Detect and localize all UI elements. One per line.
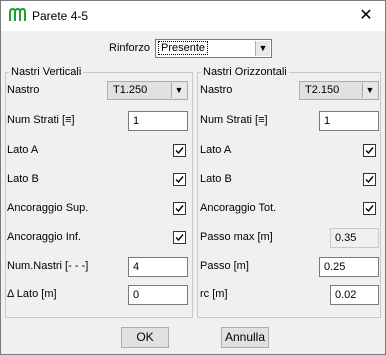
- lato-b-checkbox-right[interactable]: [363, 173, 376, 186]
- passo-label: Passo [m]: [200, 260, 249, 272]
- rc-label: rc [m]: [200, 288, 228, 300]
- group-title-verticali: Nastri Verticali: [9, 66, 84, 78]
- lato-a-label-left: Lato A: [7, 144, 39, 156]
- anc-sup-label: Ancoraggio Sup.: [7, 202, 89, 214]
- delta-lato-input[interactable]: [128, 285, 188, 305]
- group-nastri-orizzontali: [197, 72, 381, 318]
- checkmark-icon: [175, 205, 184, 213]
- anc-tot-checkbox[interactable]: [363, 202, 376, 215]
- rinforzo-label: Rinforzo: [109, 42, 150, 54]
- checkmark-icon: [365, 147, 374, 155]
- anc-inf-label: Ancoraggio Inf.: [7, 231, 81, 243]
- num-strati-label-left: Num Strati [≡]: [7, 114, 75, 126]
- passo-max-field: [330, 228, 379, 248]
- title-bar[interactable]: Parete 4-5 ✕: [1, 1, 385, 31]
- checkmark-icon: [175, 234, 184, 242]
- passo-max-label: Passo max [m]: [200, 231, 273, 243]
- num-strati-input-left[interactable]: [128, 111, 188, 131]
- cancel-button[interactable]: Annulla: [221, 327, 269, 348]
- chevron-down-icon[interactable]: ▼: [255, 41, 270, 56]
- checkmark-icon: [175, 176, 184, 184]
- chevron-down-icon[interactable]: ▼: [171, 83, 186, 98]
- nastro-select-left[interactable]: T1.250 ▼: [107, 81, 188, 100]
- lato-a-checkbox-left[interactable]: [173, 144, 186, 157]
- rc-input[interactable]: [330, 285, 379, 305]
- num-nastri-input[interactable]: [128, 257, 188, 277]
- group-nastri-verticali: [5, 72, 193, 318]
- nastro-value-left: T1.250: [113, 84, 148, 96]
- anc-inf-checkbox[interactable]: [173, 231, 186, 244]
- app-logo-icon: [9, 8, 26, 21]
- num-nastri-label: Num.Nastri [- - -]: [7, 260, 89, 272]
- checkmark-icon: [175, 147, 184, 155]
- nastro-select-right[interactable]: T2.150 ▼: [299, 81, 379, 100]
- anc-tot-label: Ancoraggio Tot.: [200, 202, 277, 214]
- lato-a-label-right: Lato A: [200, 144, 232, 156]
- lato-b-label-right: Lato B: [200, 173, 232, 185]
- passo-input[interactable]: [319, 257, 379, 277]
- dialog-window: Parete 4-5 ✕ Rinforzo Presente ▼ Nastri …: [0, 0, 386, 355]
- group-title-orizzontali: Nastri Orizzontali: [201, 66, 289, 78]
- rinforzo-select[interactable]: Presente ▼: [155, 39, 272, 58]
- num-strati-input-right[interactable]: [319, 111, 379, 131]
- lato-b-checkbox-left[interactable]: [173, 173, 186, 186]
- num-strati-label-right: Num Strati [≡]: [200, 114, 268, 126]
- window-title: Parete 4-5: [32, 9, 89, 23]
- ok-button[interactable]: OK: [121, 327, 169, 348]
- checkmark-icon: [365, 205, 374, 213]
- checkmark-icon: [365, 176, 374, 184]
- rinforzo-value: Presente: [157, 41, 209, 55]
- lato-b-label-left: Lato B: [7, 173, 39, 185]
- lato-a-checkbox-right[interactable]: [363, 144, 376, 157]
- chevron-down-icon[interactable]: ▼: [362, 83, 377, 98]
- anc-sup-checkbox[interactable]: [173, 202, 186, 215]
- delta-lato-label: Δ Lato [m]: [7, 288, 57, 300]
- nastro-label-left: Nastro: [7, 84, 40, 96]
- nastro-value-right: T2.150: [305, 84, 340, 96]
- close-icon[interactable]: ✕: [347, 1, 385, 31]
- nastro-label-right: Nastro: [200, 84, 233, 96]
